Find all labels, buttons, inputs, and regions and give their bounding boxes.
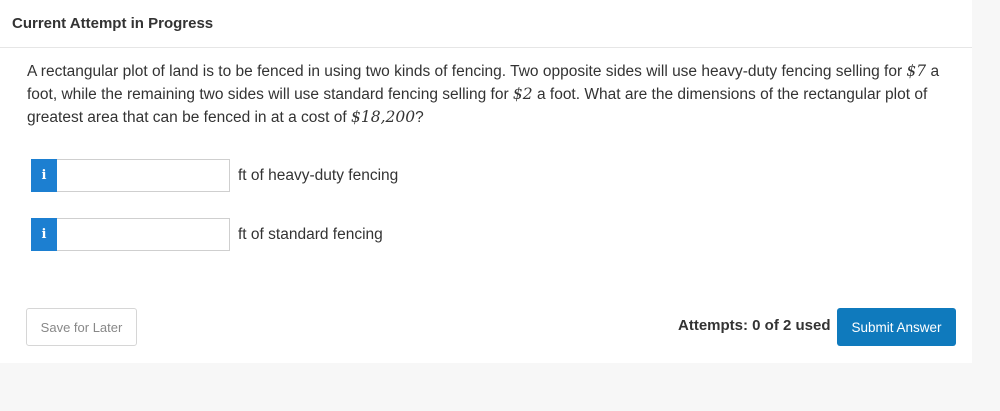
info-icon[interactable]: i (31, 159, 57, 192)
save-for-later-button[interactable]: Save for Later (26, 308, 137, 346)
attempt-header: Current Attempt in Progress (0, 0, 972, 48)
question-text: A rectangular plot of land is to be fenc… (27, 60, 947, 129)
heavy-duty-price: $7 (906, 62, 927, 80)
info-icon[interactable]: i (31, 218, 57, 251)
total-cost: $18,200 (351, 108, 416, 126)
standard-fencing-input[interactable] (57, 218, 230, 251)
question-text-part4: ? (415, 109, 424, 126)
question-text-part1: A rectangular plot of land is to be fenc… (27, 63, 907, 80)
standard-unit-label: ft of standard fencing (238, 225, 383, 243)
attempts-counter: Attempts: 0 of 2 used (678, 317, 831, 334)
heavy-duty-unit-label: ft of heavy-duty fencing (238, 166, 399, 184)
standard-price: $2 (512, 85, 533, 103)
question-card: Current Attempt in Progress A rectangula… (0, 0, 972, 363)
answer-row-standard: i ft of standard fencing (31, 218, 383, 251)
heavy-duty-fencing-input[interactable] (57, 159, 230, 192)
submit-answer-button[interactable]: Submit Answer (837, 308, 956, 346)
answer-row-heavy-duty: i ft of heavy-duty fencing (31, 159, 398, 192)
attempt-status-title: Current Attempt in Progress (12, 15, 214, 32)
